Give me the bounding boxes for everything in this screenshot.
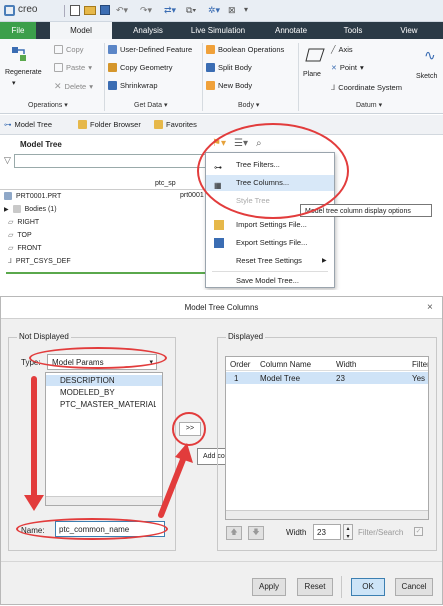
tab-favorites[interactable]: Favorites [154,120,197,129]
favorites-icon [154,120,163,129]
split-body-icon [206,63,215,72]
csys-icon: ⅃ [8,258,12,265]
delete-icon: ✕ [54,81,62,91]
plane-button[interactable]: Plane [303,71,321,78]
tree-item-csys[interactable]: ⅃ PRT_CSYS_DEF [8,257,71,266]
shrinkwrap-icon [108,81,117,90]
expand-icon[interactable]: ▶ [4,206,9,213]
menu-save-model-tree[interactable]: Save Model Tree... [206,273,334,289]
group-get-data[interactable]: Get Data ▾ [134,101,167,109]
copy-icon [54,45,63,54]
model-tree-header: Model Tree [20,140,62,149]
brand-label: creo [18,4,38,15]
export-icon [214,238,224,248]
tree-root-item[interactable]: PRT0001.PRT [4,192,61,200]
group-datum[interactable]: Datum ▾ [356,101,382,109]
tree-item-front[interactable]: ▱ FRONT [8,244,42,253]
import-icon [214,220,224,230]
app-icon [4,5,15,16]
boolean-icon [206,45,215,54]
menu-import-settings[interactable]: Import Settings File... [206,217,334,233]
tab-live-simulation[interactable]: Live Simulation [180,22,256,39]
plane-icon[interactable] [305,47,325,63]
copy-button[interactable]: Copy [54,45,84,54]
datum-plane-icon: ▱ [8,245,14,252]
model-tree-columns-dialog: Model Tree Columns × Not Displayed Type:… [0,296,443,605]
regenerate-quick-icon[interactable]: ⇄▾ [164,5,176,16]
bodies-icon [12,205,21,213]
undo-icon[interactable]: ↶▾ [116,5,128,16]
coordinate-system-button[interactable]: ⅃ Coordinate System [331,83,402,92]
redo-icon[interactable]: ↷▾ [140,5,152,16]
annotation-arrows [24,376,193,518]
group-operations[interactable]: Operations ▾ [28,101,68,109]
regenerate-button[interactable]: Regenerate [5,69,42,76]
boolean-operations-button[interactable]: Boolean Operations [206,45,284,54]
tree-search-input[interactable] [14,154,210,168]
title-bar: creo ↶▾ ↷▾ ⇄▾ ⧉▾ ✲▾ ⊠ ▾ [0,0,443,22]
annotation-oval [197,123,349,219]
regenerate-dropdown-icon[interactable]: ▾ [12,79,16,87]
root-column-value: prt0001 [180,192,204,199]
udf-icon [108,45,117,54]
part-icon [4,192,12,200]
tab-view[interactable]: View [384,22,434,39]
delete-button[interactable]: ✕ Delete ▾ [54,81,93,92]
filter-icon[interactable]: ▽ [4,155,11,166]
tree-navigator-bar: ⊶ Model Tree Folder Browser Favorites [0,115,443,135]
new-file-icon[interactable] [70,5,80,16]
user-defined-feature-button[interactable]: User-Defined Feature [108,45,192,54]
tree-item-right[interactable]: ▱ RIGHT [8,218,39,227]
tab-tools[interactable]: Tools [326,22,380,39]
point-icon: ✕ [331,64,337,72]
column-header-ptc-sp[interactable]: ptc_sp [155,180,176,187]
split-body-button[interactable]: Split Body [206,63,252,72]
settings-icon[interactable]: ✲▾ [208,5,220,16]
close-window-icon[interactable]: ⊠ [228,5,236,16]
paste-icon [54,63,63,72]
datum-plane-icon: ▱ [8,232,14,239]
tree-item-bodies[interactable]: ▶ Bodies (1) [4,205,57,213]
axis-icon: ╱ [331,45,336,54]
creo-window: creo ↶▾ ↷▾ ⇄▾ ⧉▾ ✲▾ ⊠ ▾ File Model Analy… [0,0,443,290]
open-folder-icon[interactable] [84,6,96,15]
csys-icon: ⅃ [331,83,336,92]
save-icon[interactable] [100,5,110,15]
paste-button[interactable]: Paste ▾ [54,63,92,72]
tab-folder-browser[interactable]: Folder Browser [78,120,141,129]
group-body[interactable]: Body ▾ [238,101,259,109]
sketch-button[interactable]: Sketch [416,73,437,80]
menu-export-settings[interactable]: Export Settings File... [206,235,334,251]
model-tree-icon: ⊶ [4,120,12,129]
axis-button[interactable]: ╱ Axis [331,45,353,54]
tab-model-tree[interactable]: ⊶ Model Tree [4,120,52,129]
ribbon: Regenerate ▾ Copy Paste ▾ ✕ Delete ▾ Operat… [0,39,443,114]
copy-geometry-icon [108,63,117,72]
new-body-button[interactable]: New Body [206,81,252,90]
tab-annotate[interactable]: Annotate [262,22,320,39]
customize-chevron-icon[interactable]: ▾ [244,5,248,14]
submenu-arrow-icon: ▶ [322,258,327,264]
new-body-icon [206,81,215,90]
tab-analysis[interactable]: Analysis [118,22,178,39]
copy-geometry-button[interactable]: Copy Geometry [108,63,173,72]
shrinkwrap-button[interactable]: Shrinkwrap [108,81,158,90]
menu-reset-tree-settings[interactable]: Reset Tree Settings ▶ [206,253,334,269]
insert-indicator [6,272,206,274]
regenerate-icon[interactable] [6,43,32,65]
model-tree-panel: Model Tree ▽ ptc_sp PRT0001.PRT prt0001 … [0,135,210,290]
folder-icon [78,120,87,129]
tab-model[interactable]: Model [50,22,112,39]
tree-item-top[interactable]: ▱ TOP [8,231,32,240]
windows-icon[interactable]: ⧉▾ [186,5,196,16]
tab-file[interactable]: File [0,22,36,39]
sketch-icon[interactable]: ∿ [424,47,436,64]
datum-plane-icon: ▱ [8,219,14,226]
point-button[interactable]: ✕ Point ▾ [331,63,364,72]
ribbon-tabs: File Model Analysis Live Simulation Anno… [0,22,443,39]
